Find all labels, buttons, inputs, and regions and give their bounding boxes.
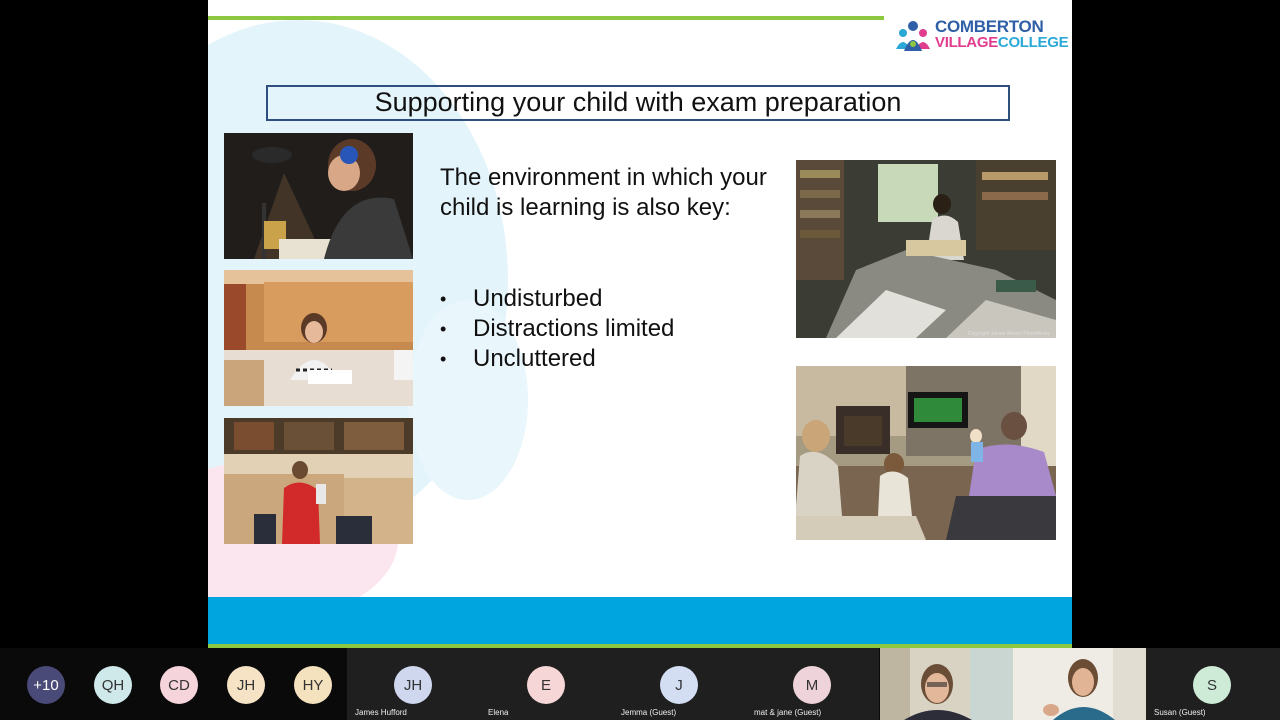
logo-people-icon [894,17,932,53]
participant-name: Elena [488,708,509,717]
participant-video-2[interactable] [1013,648,1146,720]
bullet-list: Undisturbed Distractions limited Unclutt… [440,284,780,374]
photo-student-headphones [224,133,413,259]
participant-tile[interactable]: S Susan (Guest) [1146,648,1280,720]
logo-text-village: VILLAGE [935,34,998,51]
photo-credit: Copyright Janine Wiedel Photolibrary [967,331,1050,337]
more-participants-button[interactable]: +10 [27,666,65,704]
participant-video-1[interactable] [880,648,1013,720]
participant-name: Jemma (Guest) [621,708,677,717]
participant-avatar[interactable]: JH [227,666,265,704]
logo-text-college: COLLEGE [997,34,1069,51]
photo-cluttered-room: Copyright Janine Wiedel Photolibrary [796,160,1056,338]
participant-avatar: J [660,666,698,704]
photo-family-living-room [796,366,1056,540]
bullet-item: Undisturbed [440,284,780,314]
photo-student-library [224,418,413,544]
participant-avatar[interactable]: CD [160,666,198,704]
participant-tile[interactable]: J Jemma (Guest) [613,648,746,720]
footer-bar [208,597,1072,644]
participant-name: mat & jane (Guest) [754,708,822,717]
participant-tile[interactable]: E Elena [480,648,613,720]
participant-avatar: E [527,666,565,704]
shared-slide: COMBERTON VILLAGECOLLEGE Supporting your… [208,0,1072,648]
participant-name: Susan (Guest) [1154,708,1206,717]
participant-avatar: M [793,666,831,704]
photo-student-bedroom [224,270,413,406]
participant-avatar[interactable]: HY [294,666,332,704]
intro-text: The environment in which your child is l… [440,164,767,221]
school-logo: COMBERTON VILLAGECOLLEGE [894,14,1069,56]
top-accent-line [208,16,884,20]
bullet-item: Distractions limited [440,314,780,344]
participant-tile[interactable]: M mat & jane (Guest) [746,648,879,720]
bullet-item: Uncluttered [440,344,780,374]
participant-avatar: S [1193,666,1231,704]
participant-name: James Hufford [355,708,407,717]
logo-text-comberton: COMBERTON [935,17,1044,36]
participant-avatar[interactable]: QH [94,666,132,704]
slide-title: Supporting your child with exam preparat… [374,87,902,117]
participant-avatar: JH [394,666,432,704]
title-box: Supporting your child with exam preparat… [266,85,1010,121]
participant-tile[interactable]: JH James Hufford [347,648,480,720]
